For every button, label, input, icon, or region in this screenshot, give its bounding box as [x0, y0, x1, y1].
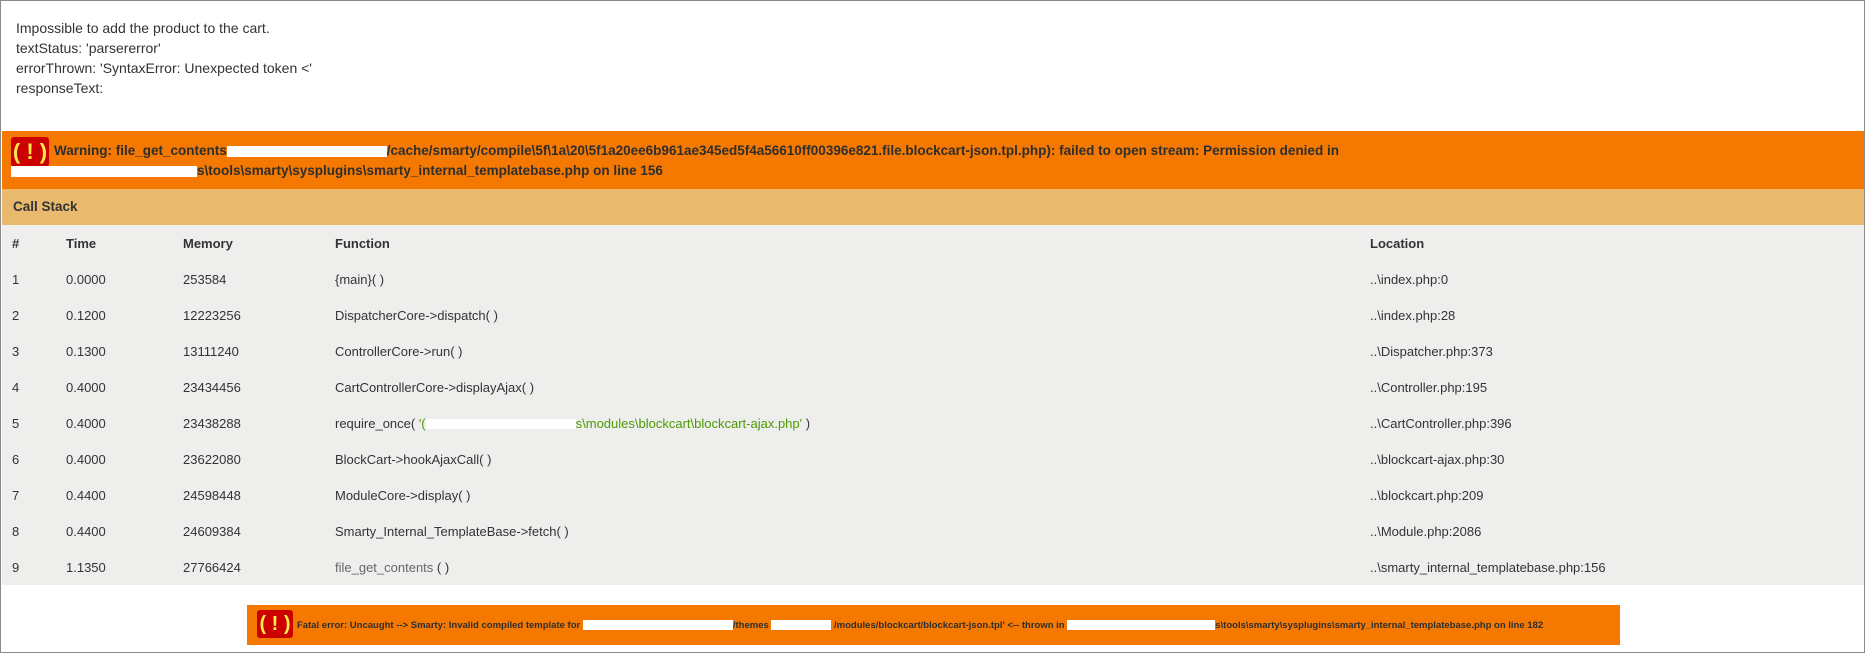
cell-function: BlockCart->hookAjaxCall( )	[335, 451, 492, 467]
fatal-error-banner: ( ! ) Fatal error: Uncaught --> Smarty: …	[247, 605, 1620, 645]
cell-time: 0.1300	[66, 343, 106, 359]
warning-banner: ( ! ) Warning: file_get_contents/cache/s…	[2, 131, 1864, 189]
redacted-block	[771, 620, 832, 631]
cell-number: 1	[12, 271, 20, 287]
table-row: 9 1.1350 27766424 file_get_contents ( ) …	[2, 549, 1864, 585]
call-stack-title: Call Stack	[13, 199, 78, 214]
warning-line-2: s\tools\smarty\sysplugins\smarty_interna…	[11, 163, 663, 178]
string-argument-end: s\modules\blockcart\blockcart-ajax.php'	[575, 415, 803, 431]
column-header-memory: Memory	[183, 235, 233, 251]
cell-time: 0.4400	[66, 523, 106, 539]
cell-function: require_once( '( s\modules\blockcart\bloc…	[325, 405, 1360, 441]
table-row: 4 0.4000 23434456 CartControllerCore->di…	[2, 369, 1864, 405]
cell-location: ..\Dispatcher.php:373	[1370, 343, 1493, 359]
cell-location: ..\Controller.php:195	[1370, 379, 1488, 395]
redacted-block	[11, 165, 197, 177]
table-row: 3 0.1300 13111240 ControllerCore->run( )…	[2, 333, 1864, 369]
cell-number: 8	[12, 523, 20, 539]
cell-function: CartControllerCore->displayAjax( )	[335, 379, 535, 395]
cell-function: DispatcherCore->dispatch( )	[335, 307, 498, 323]
cell-function: Smarty_Internal_TemplateBase->fetch( )	[335, 523, 569, 539]
ajax-error-message: Impossible to add the product to the car…	[16, 18, 312, 98]
fatal-part-1: Fatal error: Uncaught --> Smarty: Invali…	[297, 620, 581, 631]
cell-memory: 24598448	[183, 487, 241, 503]
function-suffix: )	[802, 415, 811, 431]
cell-number: 3	[12, 343, 20, 359]
cell-location: ..\blockcart-ajax.php:30	[1370, 451, 1505, 467]
error-icon: ( ! )	[257, 610, 293, 638]
message-line-1: Impossible to add the product to the car…	[16, 20, 270, 36]
cell-function: file_get_contents ( )	[325, 549, 1360, 585]
string-argument-start: '(	[418, 415, 426, 431]
cell-location: ..\index.php:0	[1370, 271, 1449, 287]
warning-prefix: Warning: file_get_contents	[54, 143, 227, 158]
warning-location: s\tools\smarty\sysplugins\smarty_interna…	[197, 163, 663, 178]
cell-memory: 24609384	[183, 523, 241, 539]
cell-time: 0.1200	[66, 307, 106, 323]
cell-location: ..\blockcart.php:209	[1370, 487, 1484, 503]
cell-number: 6	[12, 451, 20, 467]
cell-time: 0.4400	[66, 487, 106, 503]
cell-time: 0.4000	[66, 451, 106, 467]
call-stack-header: Call Stack	[2, 189, 1864, 225]
column-header-number: #	[12, 235, 20, 251]
cell-number: 2	[12, 307, 20, 323]
error-page: Impossible to add the product to the car…	[0, 0, 1865, 653]
cell-memory: 253584	[183, 271, 227, 287]
message-line-3: errorThrown: 'SyntaxError: Unexpected to…	[16, 60, 312, 76]
function-suffix: ( )	[433, 559, 450, 575]
cell-function: {main}( )	[335, 271, 385, 287]
function-name: require_once(	[335, 415, 419, 431]
cell-location: ..\CartController.php:396	[1370, 415, 1512, 431]
cell-location: ..\index.php:28	[1370, 307, 1456, 323]
fatal-part-2: /themes	[732, 620, 769, 631]
fatal-part-4: s\tools\smarty\sysplugins\smarty_interna…	[1215, 620, 1544, 631]
cell-number: 5	[12, 415, 20, 431]
table-row: 6 0.4000 23622080 BlockCart->hookAjaxCal…	[2, 441, 1864, 477]
cell-memory: 12223256	[183, 307, 241, 323]
function-name: file_get_contents	[335, 559, 434, 575]
cell-function: ControllerCore->run( )	[335, 343, 463, 359]
table-header-row: # Time Memory Function Location	[2, 225, 1864, 261]
redacted-block	[1067, 620, 1216, 631]
cell-number: 4	[12, 379, 20, 395]
redacted-block	[226, 145, 387, 157]
cell-memory: 23438288	[183, 415, 241, 431]
fatal-part-3: /modules/blockcart/blockcart-json.tpl' <…	[834, 620, 1065, 631]
cell-memory: 27766424	[183, 559, 241, 575]
table-row: 7 0.4400 24598448 ModuleCore->display( )…	[2, 477, 1864, 513]
fatal-error-text: Fatal error: Uncaught --> Smarty: Invali…	[297, 620, 1543, 631]
cell-number: 9	[12, 559, 20, 575]
message-line-4: responseText:	[16, 80, 104, 96]
table-row: 5 0.4000 23438288 require_once( '( s\modu…	[2, 405, 1864, 441]
cell-time: 0.0000	[66, 271, 106, 287]
cell-number: 7	[12, 487, 20, 503]
table-row: 1 0.0000 253584 {main}( ) ..\index.php:0	[2, 261, 1864, 297]
redacted-block	[582, 620, 733, 631]
warning-line-1: Warning: file_get_contents/cache/smarty/…	[54, 143, 1339, 158]
call-stack-table: # Time Memory Function Location 1 0.0000…	[2, 225, 1864, 585]
cell-function: ModuleCore->display( )	[335, 487, 471, 503]
cell-location: ..\Module.php:2086	[1370, 523, 1482, 539]
cell-memory: 23434456	[183, 379, 241, 395]
cell-location: ..\smarty_internal_templatebase.php:156	[1370, 559, 1606, 575]
cell-time: 0.4000	[66, 379, 106, 395]
redacted-block	[425, 419, 576, 430]
column-header-location: Location	[1370, 235, 1425, 251]
warning-path: /cache/smarty/compile\5f\1a\20\5f1a20ee6…	[386, 143, 1339, 158]
message-line-2: textStatus: 'parsererror'	[16, 40, 161, 56]
column-header-function: Function	[335, 235, 390, 251]
column-header-time: Time	[66, 235, 97, 251]
cell-time: 1.1350	[66, 559, 106, 575]
cell-memory: 13111240	[183, 343, 239, 359]
cell-memory: 23622080	[183, 451, 241, 467]
table-row: 8 0.4400 24609384 Smarty_Internal_Templa…	[2, 513, 1864, 549]
cell-time: 0.4000	[66, 415, 106, 431]
table-row: 2 0.1200 12223256 DispatcherCore->dispat…	[2, 297, 1864, 333]
